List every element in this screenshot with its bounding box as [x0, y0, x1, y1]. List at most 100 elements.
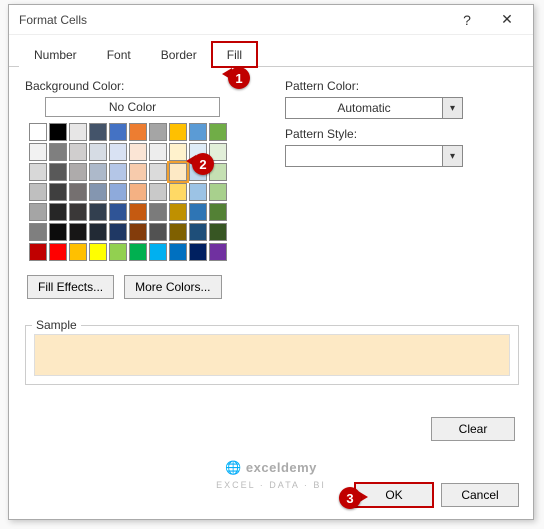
color-swatch[interactable] [109, 123, 127, 141]
background-color-label: Background Color: [25, 79, 245, 93]
color-swatch-grid [29, 123, 245, 261]
color-swatch[interactable] [89, 163, 107, 181]
chevron-down-icon: ▾ [442, 98, 462, 118]
color-swatch[interactable] [109, 183, 127, 201]
right-column: Pattern Color: Automatic ▾ Pattern Style… [285, 79, 485, 299]
callout-3: 3 [339, 487, 361, 509]
pattern-style-label: Pattern Style: [285, 127, 485, 141]
color-swatch[interactable] [209, 203, 227, 221]
color-swatch[interactable] [169, 123, 187, 141]
color-swatch[interactable] [129, 183, 147, 201]
color-swatch[interactable] [209, 223, 227, 241]
color-swatch[interactable] [109, 163, 127, 181]
color-swatch[interactable] [149, 203, 167, 221]
color-swatch[interactable] [149, 123, 167, 141]
color-swatch[interactable] [149, 143, 167, 161]
color-swatch[interactable] [149, 243, 167, 261]
color-swatch[interactable] [49, 183, 67, 201]
callout-1: 1 [228, 67, 250, 89]
color-swatch[interactable] [169, 203, 187, 221]
color-swatch[interactable] [29, 123, 47, 141]
tab-content-fill: Background Color: No Color Fill Effects.… [9, 67, 533, 309]
tab-fill[interactable]: Fill [212, 42, 257, 67]
help-button[interactable]: ? [447, 6, 487, 34]
dialog-title: Format Cells [19, 13, 447, 27]
titlebar: Format Cells ? ✕ [9, 5, 533, 35]
color-swatch[interactable] [49, 163, 67, 181]
color-swatch[interactable] [189, 203, 207, 221]
color-swatch[interactable] [89, 143, 107, 161]
color-swatch[interactable] [49, 243, 67, 261]
color-swatch[interactable] [29, 223, 47, 241]
color-swatch[interactable] [129, 243, 147, 261]
color-swatch[interactable] [69, 203, 87, 221]
color-swatch[interactable] [29, 163, 47, 181]
dialog-footer: OK Cancel [355, 483, 519, 507]
color-swatch[interactable] [29, 243, 47, 261]
color-swatch[interactable] [89, 203, 107, 221]
chevron-down-icon: ▾ [442, 146, 462, 166]
pattern-style-dropdown[interactable]: ▾ [285, 145, 463, 167]
pattern-style-value [286, 146, 442, 166]
pattern-color-label: Pattern Color: [285, 79, 485, 93]
tab-border[interactable]: Border [146, 42, 212, 67]
color-swatch[interactable] [189, 223, 207, 241]
sample-group: Sample [25, 325, 519, 385]
color-swatch[interactable] [89, 223, 107, 241]
color-swatch[interactable] [209, 123, 227, 141]
color-swatch[interactable] [129, 203, 147, 221]
fill-effects-button[interactable]: Fill Effects... [27, 275, 114, 299]
color-swatch[interactable] [69, 163, 87, 181]
color-swatch[interactable] [169, 223, 187, 241]
color-swatch[interactable] [109, 243, 127, 261]
pattern-color-dropdown[interactable]: Automatic ▾ [285, 97, 463, 119]
color-swatch[interactable] [49, 203, 67, 221]
color-swatch[interactable] [149, 183, 167, 201]
color-swatch[interactable] [69, 243, 87, 261]
color-swatch[interactable] [89, 183, 107, 201]
color-swatch[interactable] [209, 243, 227, 261]
no-color-button[interactable]: No Color [45, 97, 220, 117]
tab-number[interactable]: Number [19, 42, 92, 67]
color-swatch[interactable] [109, 143, 127, 161]
clear-button[interactable]: Clear [431, 417, 515, 441]
color-swatch[interactable] [169, 143, 187, 161]
color-swatch[interactable] [49, 143, 67, 161]
color-swatch[interactable] [29, 143, 47, 161]
sample-preview [34, 334, 510, 376]
color-swatch[interactable] [129, 143, 147, 161]
color-swatch[interactable] [89, 123, 107, 141]
color-swatch[interactable] [169, 183, 187, 201]
tab-font[interactable]: Font [92, 42, 146, 67]
color-swatch[interactable] [169, 243, 187, 261]
color-swatch[interactable] [69, 183, 87, 201]
color-swatch[interactable] [209, 183, 227, 201]
color-swatch[interactable] [109, 203, 127, 221]
tabstrip: Number Font Border Fill [9, 35, 533, 67]
more-colors-button[interactable]: More Colors... [124, 275, 221, 299]
color-swatch[interactable] [69, 223, 87, 241]
left-column: Background Color: No Color Fill Effects.… [25, 79, 245, 299]
color-swatch[interactable] [189, 123, 207, 141]
color-swatch[interactable] [29, 183, 47, 201]
color-swatch[interactable] [89, 243, 107, 261]
color-swatch[interactable] [49, 123, 67, 141]
color-swatch[interactable] [169, 163, 187, 181]
color-swatch[interactable] [189, 183, 207, 201]
format-cells-dialog: Format Cells ? ✕ Number Font Border Fill… [8, 4, 534, 520]
color-swatch[interactable] [149, 163, 167, 181]
color-swatch[interactable] [49, 223, 67, 241]
cancel-button[interactable]: Cancel [441, 483, 519, 507]
callout-2: 2 [192, 153, 214, 175]
color-swatch[interactable] [29, 203, 47, 221]
close-button[interactable]: ✕ [487, 6, 527, 34]
color-swatch[interactable] [129, 163, 147, 181]
color-swatch[interactable] [189, 243, 207, 261]
color-swatch[interactable] [69, 143, 87, 161]
color-swatch[interactable] [129, 123, 147, 141]
color-swatch[interactable] [109, 223, 127, 241]
color-swatch[interactable] [69, 123, 87, 141]
color-swatch[interactable] [129, 223, 147, 241]
color-swatch[interactable] [149, 223, 167, 241]
pattern-color-value: Automatic [286, 98, 442, 118]
